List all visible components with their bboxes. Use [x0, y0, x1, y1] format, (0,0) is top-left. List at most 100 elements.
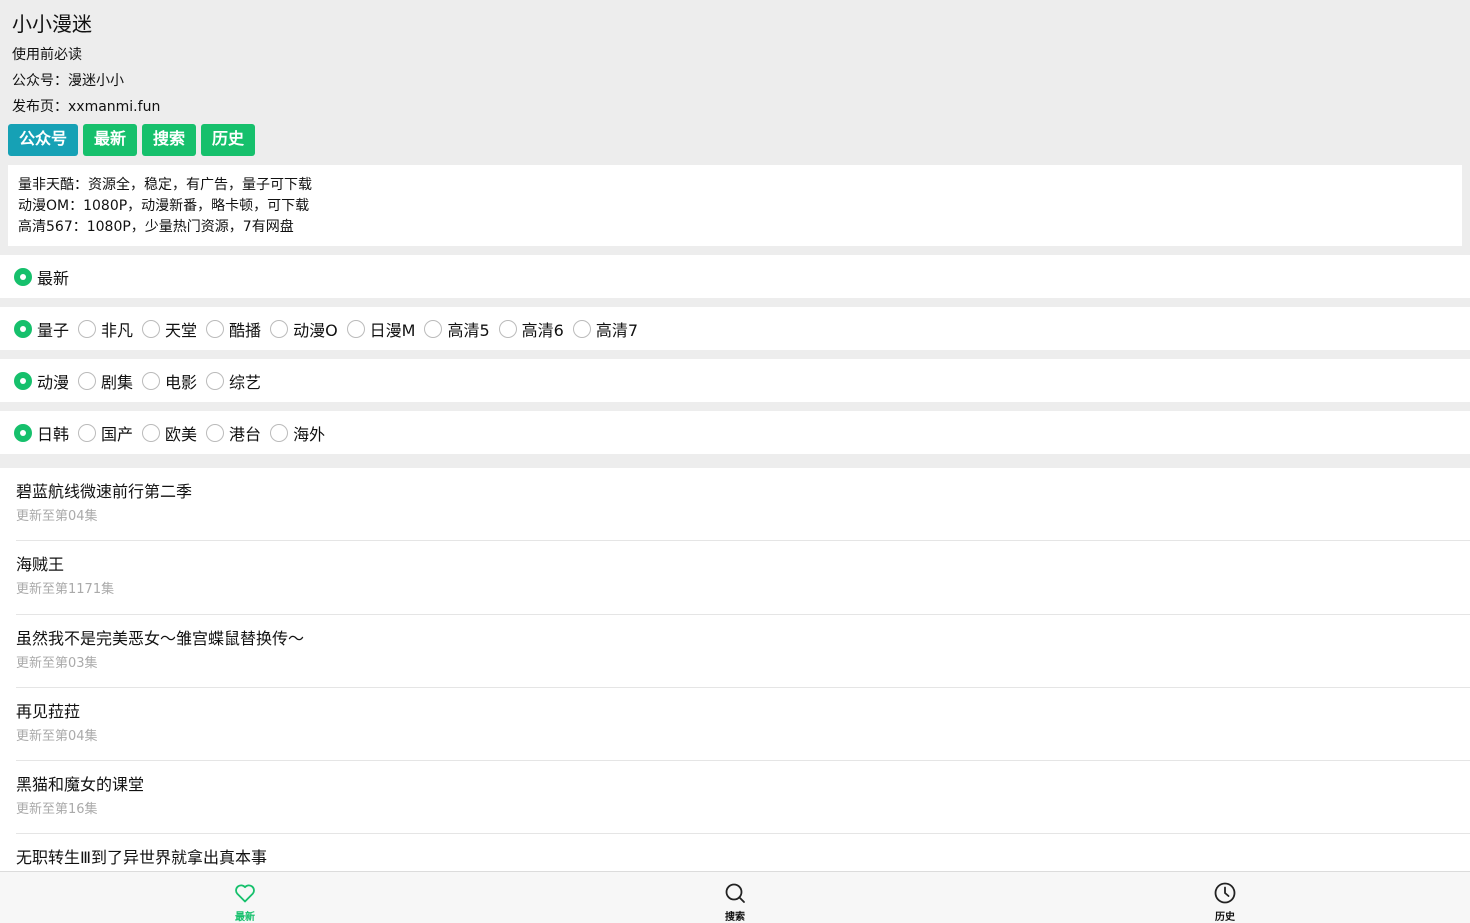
- radio-label: 日韩: [37, 424, 70, 444]
- list-item[interactable]: 黑猫和魔女的课堂 更新至第16集: [16, 761, 1470, 835]
- tab-history[interactable]: 历史: [980, 872, 1470, 923]
- category-filter: 动漫 剧集 电影 综艺: [0, 359, 1470, 402]
- radio-option[interactable]: 量子: [14, 317, 69, 341]
- radio-circle-icon: [142, 371, 161, 390]
- radio-label: 非凡: [101, 320, 134, 340]
- item-title: 无职转生Ⅲ到了异世界就拿出真本事: [16, 848, 268, 868]
- radio-circle-icon: [14, 319, 32, 338]
- header: 小小漫迷 使用前必读 公众号：漫迷小小 发布页：xxmanmi.fun: [0, 0, 1470, 120]
- list-item[interactable]: 再见菈菈 更新至第04集: [16, 688, 1470, 762]
- source-filter: 量子 非凡 天堂 酷播 动漫O 日漫M 高清5 高清6 高清7: [0, 307, 1470, 350]
- item-episode: 更新至第1171集: [16, 582, 115, 598]
- radio-option[interactable]: 高清5: [424, 317, 490, 341]
- radio-circle-icon: [142, 319, 161, 338]
- tab-label: 历史: [1215, 912, 1235, 923]
- radio-label: 动漫O: [293, 320, 338, 340]
- radio-circle-icon: [78, 423, 97, 442]
- radio-option[interactable]: 非凡: [78, 317, 133, 341]
- item-episode: 更新至第03集: [16, 655, 98, 671]
- list-item[interactable]: 虽然我不是完美恶女～雏宫蝶鼠替换传～ 更新至第03集: [16, 615, 1470, 688]
- radio-circle-icon: [142, 423, 161, 442]
- radio-option[interactable]: 电影: [142, 369, 197, 393]
- search-icon: [725, 883, 745, 903]
- radio-label: 剧集: [101, 372, 134, 392]
- radio-option[interactable]: 日韩: [14, 421, 69, 445]
- list-item[interactable]: 海贼王 更新至第1171集: [16, 541, 1470, 615]
- radio-label: 酷播: [229, 320, 262, 340]
- radio-option[interactable]: 动漫: [14, 369, 69, 393]
- button-row: 公众号 最新 搜索 历史: [0, 120, 1470, 156]
- item-title: 黑猫和魔女的课堂: [16, 775, 145, 795]
- item-episode: 更新至第16集: [16, 802, 98, 818]
- radio-label: 量子: [37, 320, 70, 340]
- region-filter: 日韩 国产 欧美 港台 海外: [0, 411, 1470, 454]
- item-title: 海贼王: [16, 555, 65, 575]
- radio-circle-icon: [206, 371, 225, 390]
- radio-circle-icon: [270, 423, 289, 442]
- radio-label: 国产: [101, 424, 134, 444]
- history-button[interactable]: 历史: [201, 124, 256, 156]
- wechat-account-button[interactable]: 公众号: [8, 124, 79, 156]
- radio-option[interactable]: 剧集: [78, 369, 133, 393]
- list-item[interactable]: 碧蓝航线微速前行第二季 更新至第04集: [16, 468, 1470, 542]
- clock-icon: [1214, 882, 1236, 904]
- radio-label: 电影: [165, 372, 198, 392]
- tab-latest[interactable]: 最新: [0, 872, 490, 923]
- radio-circle-icon: [206, 319, 225, 338]
- tab-label: 最新: [235, 912, 255, 923]
- app-title: 小小漫迷: [12, 12, 92, 36]
- latest-button[interactable]: 最新: [83, 124, 138, 156]
- radio-circle-icon: [424, 319, 443, 338]
- radio-option[interactable]: 天堂: [142, 317, 197, 341]
- item-title: 再见菈菈: [16, 701, 81, 721]
- list-item[interactable]: 无职转生Ⅲ到了异世界就拿出真本事: [16, 834, 1470, 871]
- radio-label: 欧美: [165, 424, 198, 444]
- radio-circle-icon: [346, 319, 365, 338]
- radio-label: 海外: [293, 424, 326, 444]
- radio-option[interactable]: 高清7: [572, 317, 639, 341]
- tab-label: 搜索: [725, 912, 745, 923]
- radio-option[interactable]: 海外: [270, 421, 325, 445]
- read-first-link[interactable]: 使用前必读: [12, 42, 1458, 68]
- radio-label: 高清6: [521, 320, 564, 340]
- radio-label: 最新: [37, 268, 70, 288]
- search-button[interactable]: 搜索: [142, 124, 197, 156]
- radio-option[interactable]: 日漫M: [346, 317, 416, 341]
- radio-label: 高清5: [447, 320, 490, 340]
- radio-label: 综艺: [229, 372, 262, 392]
- radio-option[interactable]: 欧美: [142, 421, 197, 445]
- radio-label: 日漫M: [369, 320, 416, 340]
- radio-label: 动漫: [37, 372, 70, 392]
- radio-circle-icon: [498, 319, 517, 338]
- notice-line: 动漫OM：1080P，动漫新番，略卡顿，可下载: [18, 198, 310, 214]
- radio-circle-icon: [572, 319, 591, 338]
- radio-label: 天堂: [165, 320, 198, 340]
- radio-option[interactable]: 国产: [78, 421, 133, 445]
- radio-option[interactable]: 酷播: [206, 317, 261, 341]
- mode-filter: 最新: [0, 255, 1470, 298]
- radio-circle-icon: [270, 319, 289, 338]
- radio-circle-icon: [14, 267, 32, 286]
- radio-option[interactable]: 港台: [206, 421, 261, 445]
- radio-circle-icon: [78, 319, 97, 338]
- radio-option[interactable]: 动漫O: [270, 317, 338, 341]
- radio-option[interactable]: 综艺: [206, 369, 261, 393]
- release-page-text: 发布页：xxmanmi.fun: [12, 99, 161, 115]
- source-notice: 量非天酷：资源全，稳定，有广告，量子可下载 动漫OM：1080P，动漫新番，略卡…: [8, 165, 1462, 246]
- bottom-tab-bar: 最新 搜索 历史: [0, 871, 1470, 923]
- item-title: 碧蓝航线微速前行第二季: [16, 482, 193, 501]
- item-episode: 更新至第04集: [16, 728, 98, 744]
- radio-label: 港台: [229, 424, 262, 444]
- radio-option[interactable]: 高清6: [498, 317, 564, 341]
- notice-line: 量非天酷：资源全，稳定，有广告，量子可下载: [18, 177, 312, 193]
- item-title: 虽然我不是完美恶女～雏宫蝶鼠替换传～: [16, 628, 305, 648]
- radio-circle-icon: [78, 371, 97, 390]
- radio-option[interactable]: 最新: [14, 265, 69, 289]
- anime-list: 碧蓝航线微速前行第二季 更新至第04集 海贼王 更新至第1171集 虽然我不是完…: [0, 468, 1470, 871]
- wechat-account-text: 公众号：漫迷小小: [12, 73, 124, 89]
- radio-circle-icon: [14, 371, 32, 390]
- tab-search[interactable]: 搜索: [490, 872, 980, 923]
- heart-icon: [235, 884, 255, 903]
- notice-line: 高清567：1080P，少量热门资源，7有网盘: [18, 219, 294, 235]
- radio-label: 高清7: [595, 320, 639, 340]
